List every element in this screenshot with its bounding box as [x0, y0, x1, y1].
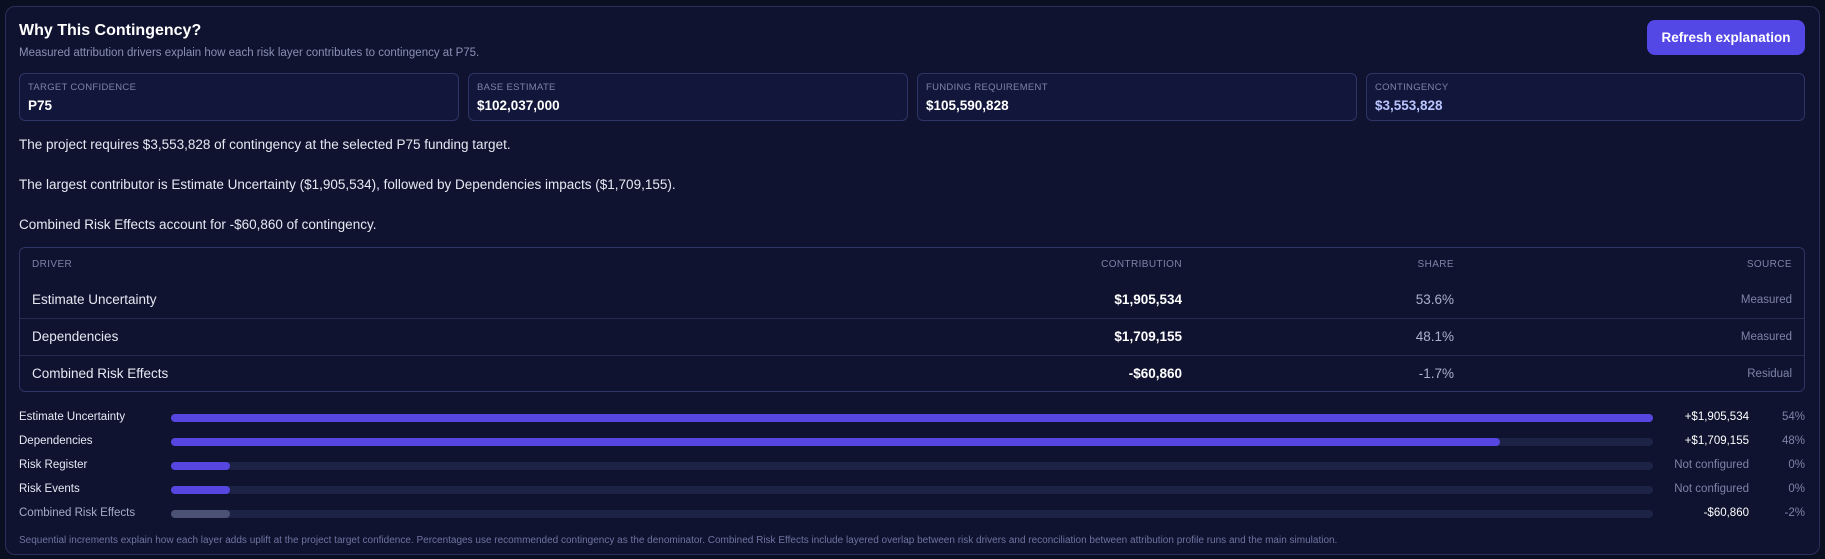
contingency-explanation-panel: Why This Contingency? Measured attributi… [5, 6, 1820, 555]
table-row: Estimate Uncertainty $1,905,534 53.6% Me… [20, 282, 1804, 318]
bar-row: Dependencies +$1,709,155 48% [19, 432, 1805, 452]
bar-percent: 0% [1788, 483, 1805, 495]
bar-track [171, 462, 1653, 470]
panel-title: Why This Contingency? [19, 22, 202, 39]
bar-track [171, 486, 1653, 494]
kpi-value: $105,590,828 [926, 98, 1009, 113]
kpi-label: FUNDING REQUIREMENT [926, 82, 1048, 93]
bar-fill [171, 510, 231, 518]
bar-value: +$1,905,534 [1684, 411, 1749, 423]
bar-percent: -2% [1784, 507, 1805, 519]
summary-line-combined-effects: Combined Risk Effects account for -$60,8… [19, 217, 377, 232]
bar-value: Not configured [1674, 459, 1749, 471]
kpi-row: TARGET CONFIDENCE P75 BASE ESTIMATE $102… [19, 73, 1805, 121]
bar-label: Dependencies [19, 435, 93, 447]
summary-line-requirement: The project requires $3,553,828 of conti… [19, 137, 511, 152]
kpi-contingency: CONTINGENCY $3,553,828 [1366, 73, 1805, 121]
share-cell: 53.6% [1415, 292, 1454, 307]
bar-label: Risk Register [19, 459, 88, 471]
source-cell: Measured [1740, 331, 1792, 343]
bar-track [171, 438, 1653, 446]
bar-fill [171, 462, 231, 470]
bar-row: Estimate Uncertainty +$1,905,534 54% [19, 408, 1805, 428]
footnote: Sequential increments explain how each l… [19, 535, 1338, 546]
column-header-contribution: CONTRIBUTION [1101, 259, 1182, 270]
kpi-target-confidence: TARGET CONFIDENCE P75 [19, 73, 459, 121]
panel-subtitle: Measured attribution drivers explain how… [19, 47, 480, 59]
table-header: DRIVER CONTRIBUTION SHARE SOURCE [20, 248, 1804, 282]
kpi-label: CONTINGENCY [1375, 82, 1449, 93]
kpi-label: BASE ESTIMATE [477, 82, 556, 93]
source-cell: Residual [1747, 368, 1792, 380]
bar-fill [171, 414, 1653, 422]
bar-fill [171, 486, 231, 494]
summary-line-largest-contributor: The largest contributor is Estimate Unce… [19, 177, 676, 192]
bar-value: -$60,860 [1703, 507, 1749, 519]
bar-row: Risk Events Not configured 0% [19, 480, 1805, 500]
kpi-value: $3,553,828 [1375, 98, 1443, 113]
bar-label: Risk Events [19, 483, 80, 495]
refresh-explanation-button[interactable]: Refresh explanation [1647, 20, 1805, 55]
column-header-share: SHARE [1417, 259, 1454, 270]
contribution-cell: -$60,860 [1128, 366, 1182, 381]
kpi-value: P75 [28, 98, 53, 113]
column-header-driver: DRIVER [32, 259, 73, 270]
driver-cell: Dependencies [32, 329, 119, 344]
bar-value: +$1,709,155 [1684, 435, 1749, 447]
bar-value: Not configured [1674, 483, 1749, 495]
driver-table: DRIVER CONTRIBUTION SHARE SOURCE Estimat… [19, 247, 1805, 392]
bar-fill [171, 438, 1501, 446]
table-row: Combined Risk Effects -$60,860 -1.7% Res… [20, 355, 1804, 391]
contribution-cell: $1,905,534 [1114, 292, 1182, 307]
kpi-value: $102,037,000 [477, 98, 560, 113]
contribution-cell: $1,709,155 [1114, 329, 1182, 344]
bar-percent: 0% [1788, 459, 1805, 471]
bar-label: Combined Risk Effects [19, 507, 136, 519]
column-header-source: SOURCE [1746, 259, 1792, 270]
bar-track [171, 510, 1653, 518]
bar-label: Estimate Uncertainty [19, 411, 126, 423]
share-cell: -1.7% [1418, 366, 1454, 381]
bar-percent: 48% [1781, 435, 1805, 447]
share-cell: 48.1% [1415, 329, 1454, 344]
bar-row: Combined Risk Effects -$60,860 -2% [19, 504, 1805, 524]
driver-cell: Estimate Uncertainty [32, 292, 157, 307]
kpi-base-estimate: BASE ESTIMATE $102,037,000 [468, 73, 908, 121]
bar-percent: 54% [1781, 411, 1805, 423]
source-cell: Measured [1740, 294, 1792, 306]
kpi-label: TARGET CONFIDENCE [28, 82, 137, 93]
table-row: Dependencies $1,709,155 48.1% Measured [20, 318, 1804, 354]
bar-track [171, 414, 1653, 422]
kpi-funding-requirement: FUNDING REQUIREMENT $105,590,828 [917, 73, 1357, 121]
bar-row: Risk Register Not configured 0% [19, 456, 1805, 476]
driver-cell: Combined Risk Effects [32, 366, 169, 381]
